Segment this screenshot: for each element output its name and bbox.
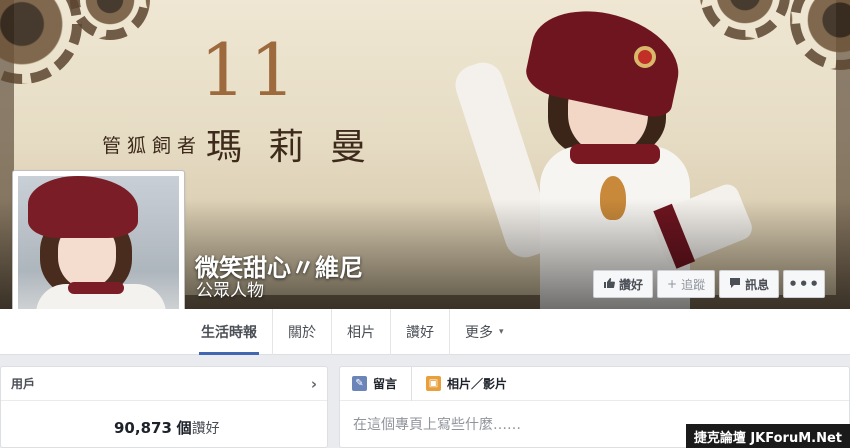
- composer-tab-photo-label: 相片／影片: [447, 377, 508, 391]
- page-category: 公眾人物: [196, 281, 264, 301]
- pencil-icon: ✎: [352, 376, 367, 391]
- cover-number: 11: [200, 28, 300, 112]
- avatar-hat: [28, 176, 138, 238]
- composer-tab-post[interactable]: ✎ 留言: [352, 367, 411, 401]
- tab-label: 更多: [465, 325, 493, 341]
- like-button[interactable]: 讚好: [593, 270, 654, 298]
- users-card-title: 用戶: [11, 377, 36, 391]
- tab-about[interactable]: 關於: [273, 309, 332, 355]
- photo-icon: ▣: [426, 376, 442, 391]
- plus-icon: +: [667, 277, 678, 291]
- chat-bubble-icon: [729, 277, 741, 292]
- message-button[interactable]: 訊息: [719, 270, 780, 298]
- tab-more[interactable]: 更多 ▾: [450, 309, 519, 355]
- tab-timeline[interactable]: 生活時報: [186, 309, 273, 355]
- likes-number: 90,873: [114, 419, 172, 437]
- more-options-button[interactable]: •••: [783, 270, 826, 298]
- composer-tab-post-label: 留言: [373, 377, 398, 391]
- forum-watermark: 捷克論壇 JKForuM.Net: [685, 424, 850, 448]
- tab-label: 關於: [288, 325, 316, 341]
- follow-button[interactable]: + 追蹤: [657, 270, 716, 298]
- figure-hat-badge: [634, 46, 656, 68]
- caret-down-icon: ▾: [499, 327, 504, 337]
- page-tabs: 生活時報 關於 相片 讚好 更多 ▾: [186, 309, 519, 355]
- like-button-label: 讚好: [619, 277, 644, 292]
- users-card-header[interactable]: 用戶 ›: [1, 367, 327, 401]
- message-button-label: 訊息: [745, 277, 770, 292]
- avatar-collar: [68, 282, 124, 294]
- likes-word: 讚好: [191, 421, 220, 437]
- thumbs-up-icon: [603, 277, 615, 292]
- tab-label: 生活時報: [201, 325, 257, 341]
- page-actions: 讚好 + 追蹤 訊息 •••: [593, 270, 826, 298]
- likes-count: 90,873 個讚好: [114, 417, 220, 438]
- composer-input[interactable]: 在這個專頁上寫些什麼……: [353, 414, 521, 434]
- cover-tagline-small: 管狐飼者: [102, 135, 203, 157]
- figure-hat: [522, 0, 688, 121]
- follow-button-label: 追蹤: [681, 277, 706, 292]
- tab-label: 相片: [347, 325, 375, 341]
- tab-likes[interactable]: 讚好: [391, 309, 450, 355]
- chevron-right-icon[interactable]: ›: [311, 375, 317, 393]
- figure-collar: [570, 144, 660, 164]
- tab-photos[interactable]: 相片: [332, 309, 391, 355]
- composer-tabs: ✎ 留言 ▣ 相片／影片: [340, 366, 849, 401]
- page-tab-bar: 生活時報 關於 相片 讚好 更多 ▾: [0, 309, 850, 355]
- likes-unit: 個: [176, 419, 192, 437]
- cover-tagline-big: 瑪莉曼: [206, 127, 393, 168]
- tab-label: 讚好: [406, 325, 434, 341]
- users-card: 用戶 › 90,873 個讚好: [0, 366, 328, 448]
- composer-tab-photo[interactable]: ▣ 相片／影片: [411, 366, 521, 401]
